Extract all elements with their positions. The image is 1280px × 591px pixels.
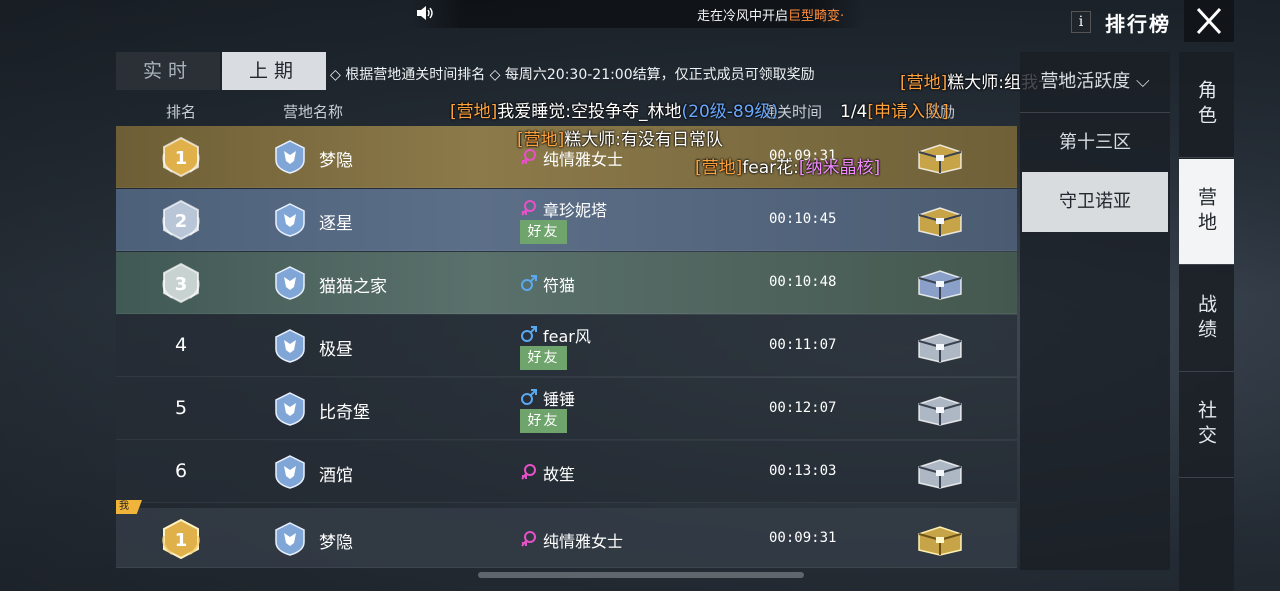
gold-chest-icon	[918, 144, 962, 174]
rule-text: ◇ 根据营地通关时间排名 ◇ 每周六20:30-21:00结算，仅正式成员可领取…	[330, 67, 815, 83]
silver-chest-icon	[918, 396, 962, 426]
male-icon	[521, 326, 537, 342]
camp-name: 酒馆	[319, 466, 353, 486]
clear-time: 00:11:07	[769, 337, 837, 353]
silver-chest-icon	[918, 459, 962, 489]
sidebar-item-camp[interactable]: 营地	[1179, 159, 1234, 265]
info-button[interactable]: i	[1071, 11, 1091, 33]
camp-name: 逐星	[319, 214, 353, 234]
rank-badge-icon: 2	[162, 199, 200, 241]
ticker-text: 走在冷风中开启巨型畸变·	[697, 9, 845, 24]
sidebar-item-record[interactable]: 战绩	[1179, 266, 1234, 372]
clear-time: 00:12:07	[769, 400, 837, 416]
table-row[interactable]: 4 极昼 fear风 好友 00:11:07	[116, 315, 1017, 377]
camp-name: 比奇堡	[319, 403, 370, 423]
female-icon	[521, 531, 536, 547]
apply-join-link[interactable]: [申请入队]	[867, 102, 948, 122]
male-icon	[521, 389, 537, 405]
me-tag: 我	[116, 500, 142, 514]
clear-time: 00:10:45	[769, 211, 837, 227]
rank-number: 3	[175, 274, 188, 295]
rank-badge-icon: 3	[162, 262, 200, 304]
player-name[interactable]: 纯情雅女士	[543, 528, 623, 552]
gold-rank-badge-icon: 1	[162, 518, 200, 560]
male-icon	[521, 275, 537, 291]
camp-emblem-icon	[275, 522, 305, 556]
tab-realtime[interactable]: 实时	[116, 52, 220, 90]
gold-chest-icon	[918, 526, 962, 556]
rank-number: 4	[174, 334, 188, 356]
chat-message-2-tail: 1/4[申请入队]	[840, 102, 949, 122]
rank-number: 1	[175, 148, 188, 169]
region-panel: 营地活跃度 ⌵ 第十三区 守卫诺亚	[1020, 52, 1170, 570]
friend-badge: 好友	[520, 220, 567, 244]
chat-message-3: [营地]糕大师:有没有日常队	[517, 130, 723, 150]
camp-name: 梦隐	[319, 151, 353, 171]
table-row[interactable]: 2 逐星 章珍妮塔 好友 00:10:45	[116, 189, 1017, 251]
camp-emblem-icon	[275, 392, 305, 426]
clear-time: 00:13:03	[769, 463, 837, 479]
player-name[interactable]: fear风	[543, 323, 591, 347]
rank-number: 2	[175, 211, 188, 232]
sidebar-item-social[interactable]: 社交	[1179, 372, 1234, 478]
close-icon	[1196, 7, 1222, 35]
player-name[interactable]: 锤锤	[543, 386, 575, 410]
region-item-noah[interactable]: 守卫诺亚	[1022, 172, 1168, 232]
tab-last-period[interactable]: 上期	[222, 52, 326, 90]
column-header-camp: 营地名称	[283, 103, 344, 121]
chat-message-2: [营地]我爱睡觉:空投争夺_林地(20级-89级)	[450, 102, 779, 122]
camp-name: 梦隐	[319, 533, 353, 553]
clear-time: 00:10:48	[769, 274, 837, 290]
horizontal-scrollbar[interactable]	[478, 572, 804, 578]
close-button[interactable]	[1184, 0, 1234, 42]
gold-chest-icon	[918, 207, 962, 237]
table-row[interactable]: 5 比奇堡 锤锤 好友 00:12:07	[116, 378, 1017, 440]
female-icon	[521, 200, 536, 216]
camp-name: 猫猫之家	[319, 277, 387, 297]
activity-dropdown[interactable]: 营地活跃度 ⌵	[1020, 52, 1170, 112]
my-rank-number: 1	[175, 530, 188, 551]
blue-chest-icon	[918, 270, 962, 300]
sidebar-item-character[interactable]: 角色	[1179, 52, 1234, 158]
chat-message-4: [营地]fear花:[纳米晶核]	[695, 158, 881, 178]
camp-emblem-icon	[275, 140, 305, 174]
camp-emblem-icon	[275, 203, 305, 237]
rank-number: 5	[174, 397, 188, 419]
page-title: 排行榜	[1105, 12, 1171, 36]
camp-name: 极昼	[319, 340, 353, 360]
my-rank-row[interactable]: 我 1 梦隐 纯情雅女士 00:09:31	[116, 500, 1017, 568]
female-icon	[521, 149, 536, 165]
table-row[interactable]: 3 猫猫之家 符猫 00:10:48	[116, 252, 1017, 314]
player-name[interactable]: 符猫	[543, 272, 575, 296]
sidebar: 角色 营地 战绩 社交	[1179, 52, 1234, 591]
female-icon	[521, 464, 536, 480]
rank-number: 6	[174, 460, 188, 482]
camp-emblem-icon	[275, 329, 305, 363]
table-row[interactable]: 6 酒馆 故笙 00:13:03	[116, 441, 1017, 503]
friend-badge: 好友	[520, 346, 567, 370]
clear-time: 00:09:31	[769, 530, 837, 546]
friend-badge: 好友	[520, 409, 567, 433]
tab-bar: 实时 上期 ◇ 根据营地通关时间排名 ◇ 每周六20:30-21:00结算，仅正…	[116, 52, 1020, 92]
camp-emblem-icon	[275, 455, 305, 489]
speaker-icon	[417, 6, 433, 20]
column-header-rank: 排名	[166, 103, 197, 121]
region-item-13[interactable]: 第十三区	[1020, 112, 1170, 172]
camp-emblem-icon	[275, 266, 305, 300]
rank-badge-icon: 1	[162, 136, 200, 178]
player-name[interactable]: 章珍妮塔	[543, 197, 607, 221]
player-name[interactable]: 故笙	[543, 461, 575, 485]
silver-chest-icon	[918, 333, 962, 363]
